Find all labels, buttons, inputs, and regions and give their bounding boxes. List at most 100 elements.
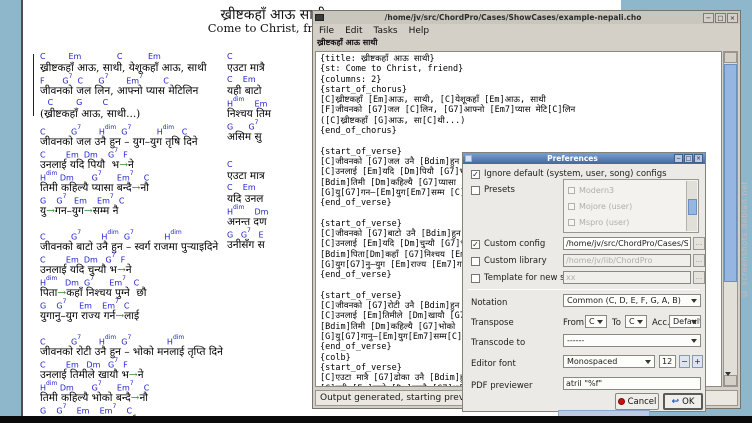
preset-checkbox[interactable] <box>568 187 575 194</box>
chord-line: C Em Dm G7 F <box>40 254 218 263</box>
custom-config-browse-button[interactable]: ... <box>693 237 705 250</box>
preset-checkbox[interactable] <box>568 203 575 210</box>
chord-line: C Em Dm G7 F <box>40 359 223 368</box>
menu-item[interactable]: File <box>319 26 334 36</box>
preset-item[interactable]: Mspro (user) <box>568 214 684 230</box>
ignore-default-checkbox[interactable]: ✓ <box>471 170 480 179</box>
preset-item[interactable]: Mattenprofonts (user) <box>568 230 684 233</box>
song-line: G G7 E उनीसँग स <box>227 229 268 251</box>
lyric-line: असिम सु <box>227 130 271 143</box>
chord-line: Hdim Dm G7 Em7 C <box>40 172 198 181</box>
cancel-button[interactable]: Cancel <box>615 393 659 410</box>
editor-line: [C]ख्रीष्टकहाँ [Em]आऊ, साथी, [C]येशूकहाँ… <box>320 95 721 105</box>
song-line: Hdim Dm G7 Em7 C तिमी कहिल्यै भोको बन्दै… <box>40 382 223 404</box>
preset-item[interactable]: Mojore (user) <box>568 198 684 214</box>
chord-line: C Em Dm G7 F <box>40 149 198 158</box>
scroll-down-icon[interactable] <box>724 375 737 386</box>
lyric-line: जीवनको जल लिन, आफ्नो प्यास मेटिलिन <box>40 84 207 97</box>
song-line: C एउटा मात्र <box>227 160 268 182</box>
chorus-block: C Em C Em ख्रीष्टकहाँ आऊ, साथी, येशूकहाँ… <box>40 52 207 121</box>
font-size-input[interactable]: 12 <box>659 355 676 368</box>
menu-item[interactable]: Edit <box>345 26 362 36</box>
song-line: G G7 Em Em7 C युगानु–युग राज्य गर्न→लाई <box>40 300 218 322</box>
chorus-indent-bar <box>33 54 34 116</box>
transcode-select[interactable]: ------ <box>563 334 701 347</box>
ok-button[interactable]: ↩ OK <box>663 393 703 410</box>
chord-line: G G7 <box>227 121 271 130</box>
preferences-titlebar[interactable]: Preferences − □ × <box>463 153 705 164</box>
desktop: ख्रीष्टकहाँ आऊ साथी Come to Christ, frie… <box>0 0 752 423</box>
notation-select[interactable]: Common (C, D, E, F, G, A, B) <box>563 294 701 307</box>
notation-value: Common (C, D, E, F, G, A, B) <box>567 296 681 305</box>
close-button[interactable]: × <box>727 13 738 23</box>
song-line: C Em यदि उनल <box>227 183 268 205</box>
minimize-button[interactable]: − <box>674 154 683 163</box>
presets-checkbox[interactable] <box>471 186 480 195</box>
preset-label: Mojore (user) <box>579 202 632 211</box>
presets-listbox[interactable]: Modern3 Mojore (user) Mspro (user) Matte… <box>563 179 699 233</box>
custom-config-input[interactable] <box>563 237 691 250</box>
custom-library-checkbox[interactable] <box>471 257 480 266</box>
menu-item[interactable]: Help <box>409 26 430 36</box>
song-line: C Em Dm G7 F उनलाई तिमीले खायौ भ→ने <box>40 359 223 381</box>
song-line: C G7 Hdim G7 Hdim जीवनको रोटी उनै हुन – … <box>40 336 223 358</box>
editor-line: {start_of_chorus} <box>320 85 721 95</box>
pdf-previewer-input[interactable] <box>563 377 701 390</box>
transpose-acc-label: Acc. <box>652 318 670 328</box>
transpose-acc-select[interactable]: Default <box>669 315 701 328</box>
song-line: F G7 C G7 Em7 C जीवनको जल लिन, आफ्नो प्य… <box>40 75 207 97</box>
menu-item[interactable]: Tasks <box>374 26 398 36</box>
preset-checkbox[interactable] <box>568 219 575 226</box>
font-size-increase-button[interactable]: + <box>692 355 703 368</box>
notation-label: Notation <box>471 298 507 308</box>
chord-line: Hdim Dm G7 Em7 C <box>40 277 218 286</box>
transpose-to-label: To <box>612 318 621 328</box>
template-checkbox[interactable] <box>471 274 480 283</box>
song-line: Hdim Dm G7 Em7 C तिमी कहिल्यै प्यासा बन्… <box>40 172 198 194</box>
template-browse-button[interactable]: ... <box>693 271 705 284</box>
presets-scrollbar[interactable] <box>686 181 697 231</box>
editor-font-select[interactable]: Monospaced <box>563 355 655 368</box>
song-line: C Em C Em ख्रीष्टकहाँ आऊ, साथी, येशूकहाँ… <box>40 52 207 74</box>
editor-line: {st: Come to Christ, friend} <box>320 64 721 74</box>
song-line: C G C (ख्रीष्टकहाँ आऊ, साथी...) <box>40 98 207 120</box>
song-line: C G7 Hdim G7 Hdim C जीवनको जल उनै हुन – … <box>40 126 198 148</box>
scrollbar-thumb[interactable] <box>688 199 697 215</box>
custom-library-browse-button[interactable]: ... <box>693 254 705 267</box>
scroll-up-icon[interactable] <box>724 52 737 63</box>
chord-line: C Em C Em <box>40 52 207 61</box>
font-size-decrease-button[interactable]: − <box>679 355 690 368</box>
custom-config-checkbox[interactable]: ✓ <box>471 240 480 249</box>
transpose-from-select[interactable]: C <box>585 315 607 328</box>
chord-line: G G7 Em Em7 C <box>40 405 223 414</box>
scrollbar-thumb[interactable] <box>724 64 737 282</box>
verse-1-block: C G7 Hdim G7 Hdim C जीवनको जल उनै हुन – … <box>40 126 198 218</box>
editor-titlebar[interactable]: /home/jv/src/ChordPro/Cases/ShowCases/ex… <box>313 11 740 24</box>
lyric-line: जीवनको बाटो उनै हुन – स्वर्ग राजमा पुऱ्य… <box>40 240 218 253</box>
song-line: Hdim Em निश्चय तिम <box>227 98 271 120</box>
maximize-button[interactable]: □ <box>684 154 693 163</box>
window-title: /home/jv/src/ChordPro/Cases/ShowCases/ex… <box>324 13 702 22</box>
minimize-button[interactable]: − <box>703 13 714 23</box>
chord-line: Hdim Dm G7 Em7 C <box>40 382 223 391</box>
lyric-line: यु→गन–युग→सम्म नै <box>40 204 198 217</box>
pdf-previewer-label: PDF previewer <box>471 381 533 391</box>
dropdown-arrow-icon <box>597 320 603 324</box>
chord-line: C G7 Hdim G7 Hdim <box>40 336 223 345</box>
maximize-button[interactable]: □ <box>715 13 726 23</box>
verse-2-block: C G7 Hdim G7 Hdim जीवनको बाटो उनै हुन – … <box>40 231 218 323</box>
custom-library-input[interactable]: /home/jv/lib/ChordPro <box>563 254 691 267</box>
chord-line: C G7 Hdim G7 Hdim C <box>40 126 198 135</box>
preset-item[interactable]: Modern3 <box>568 182 684 198</box>
editor-font-label: Editor font <box>471 359 516 369</box>
close-button[interactable]: × <box>694 154 703 163</box>
screenshot-bottom-bar <box>0 416 752 423</box>
chord-line: Hdim Dm <box>227 206 268 215</box>
template-input[interactable]: xx <box>563 271 691 284</box>
dropdown-arrow-icon <box>691 320 697 324</box>
editor-scrollbar[interactable] <box>723 51 738 387</box>
editor-line: [F]जीवनको [G7]जल [C]लिन, [G7]आफ्नो [Em7]… <box>320 105 721 115</box>
song-line: C G7 Hdim G7 Hdim जीवनको बाटो उनै हुन – … <box>40 231 218 253</box>
verse-3-block: C G7 Hdim G7 Hdim जीवनको रोटी उनै हुन – … <box>40 336 223 423</box>
transpose-to-select[interactable]: C <box>625 315 647 328</box>
